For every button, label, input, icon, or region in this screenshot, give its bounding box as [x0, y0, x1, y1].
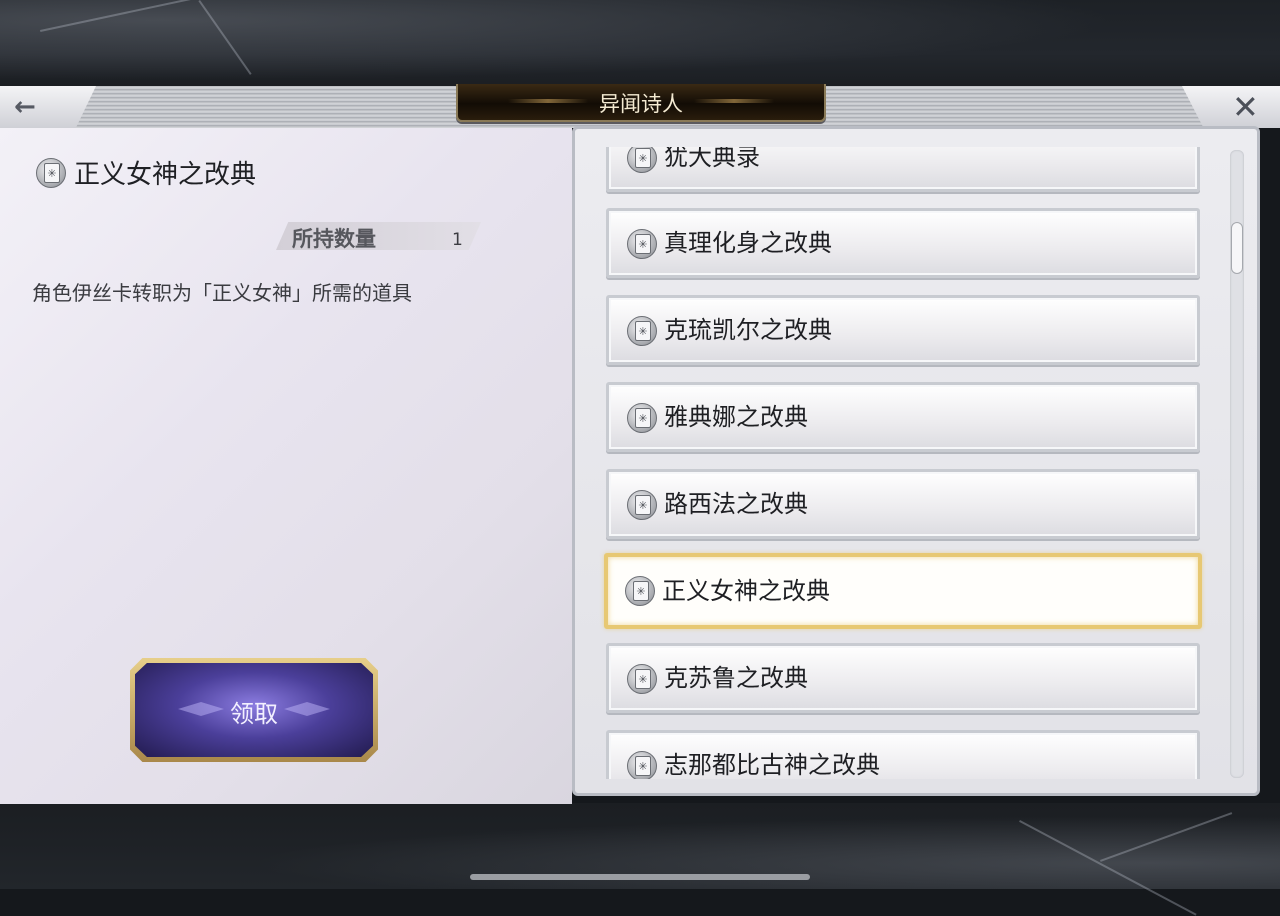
book-icon: [627, 751, 657, 779]
list-item[interactable]: 克琉凯尔之改典: [606, 295, 1200, 365]
list-item-label: 克琉凯尔之改典: [664, 316, 832, 344]
list-item-label: 正义女神之改典: [662, 577, 830, 605]
list-item-label: 志那都比古神之改典: [664, 751, 880, 779]
book-icon: [627, 490, 657, 520]
book-icon: [625, 576, 655, 606]
claim-button-label: 领取: [230, 700, 278, 728]
book-icon: [36, 158, 66, 188]
book-icon: [627, 664, 657, 694]
list-item-label: 犹大典录: [664, 147, 760, 171]
list-item-label: 真理化身之改典: [664, 229, 832, 257]
scrollbar-thumb[interactable]: [1231, 222, 1243, 274]
close-icon: ✕: [1232, 88, 1259, 126]
quantity-value: 1: [452, 230, 463, 250]
book-icon: [627, 403, 657, 433]
list-item-label: 路西法之改典: [664, 490, 808, 518]
page-title: 异闻诗人: [599, 92, 683, 116]
list-item[interactable]: 雅典娜之改典: [606, 382, 1200, 452]
item-title: 正义女神之改典: [74, 160, 257, 190]
list-item[interactable]: 真理化身之改典: [606, 208, 1200, 278]
list-item-selected[interactable]: 正义女神之改典: [604, 553, 1202, 629]
title-plate: 异闻诗人: [456, 84, 826, 122]
back-arrow-icon: ←: [14, 92, 36, 122]
list-item[interactable]: 克苏鲁之改典: [606, 643, 1200, 713]
top-background: [0, 0, 1280, 90]
claim-button[interactable]: 领取: [130, 658, 378, 762]
book-icon: [627, 147, 657, 173]
item-list[interactable]: 犹大典录 真理化身之改典 克琉凯尔之改典 雅典娜之改典 路西法之改典 正义女神之…: [590, 147, 1220, 779]
list-item[interactable]: 路西法之改典: [606, 469, 1200, 539]
list-item[interactable]: 犹大典录: [606, 147, 1200, 192]
list-item[interactable]: 志那都比古神之改典: [606, 730, 1200, 779]
list-item-label: 雅典娜之改典: [664, 403, 808, 431]
book-icon: [627, 316, 657, 346]
home-indicator[interactable]: [470, 874, 810, 880]
item-description: 角色伊丝卡转职为「正义女神」所需的道具: [32, 281, 412, 305]
quantity-label: 所持数量: [292, 227, 376, 251]
list-item-label: 克苏鲁之改典: [664, 664, 808, 692]
book-icon: [627, 229, 657, 259]
